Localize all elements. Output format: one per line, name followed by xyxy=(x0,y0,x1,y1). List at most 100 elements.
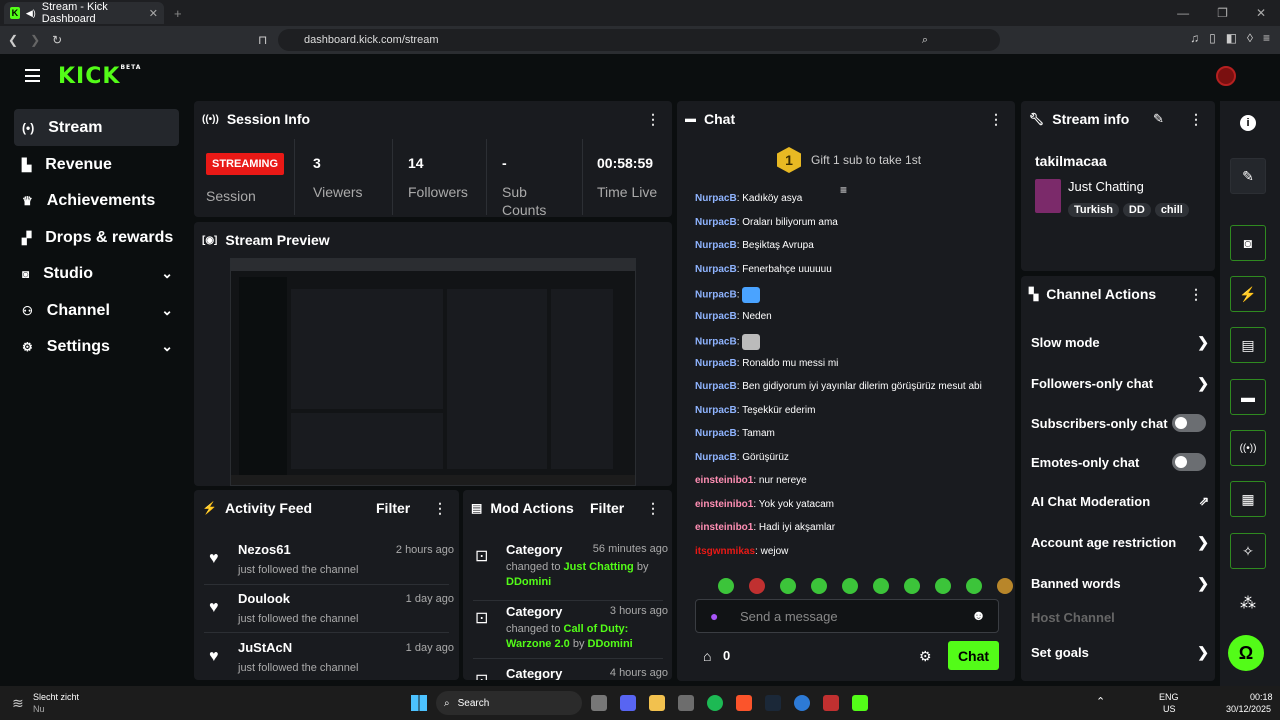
hamburger-menu-icon[interactable] xyxy=(25,69,40,82)
sidebar-item-channel[interactable]: ⚇ Channel ⌄ xyxy=(14,292,179,329)
chat-username[interactable]: einsteinibo1 xyxy=(695,475,753,486)
sidebar-item-drops[interactable]: ▞ Drops & rewards xyxy=(14,219,179,256)
chat-username[interactable]: NurpacB xyxy=(695,358,737,369)
minimize-icon[interactable]: — xyxy=(1177,6,1189,20)
more-options-icon[interactable]: ⋮ xyxy=(1189,286,1203,303)
sidebar-icon[interactable]: ▯ xyxy=(1209,31,1216,45)
kick-taskbar-icon[interactable] xyxy=(852,695,868,711)
close-tab-icon[interactable]: ✕ xyxy=(149,7,158,20)
activity-filter-button[interactable]: Filter xyxy=(376,500,410,516)
chat-username[interactable]: einsteinibo1 xyxy=(695,499,753,510)
chat-username[interactable]: NurpacB xyxy=(695,337,737,348)
vpn-icon[interactable]: ◊ xyxy=(1247,31,1253,45)
more-options-icon[interactable]: ⋮ xyxy=(646,111,660,128)
tag[interactable]: DD xyxy=(1122,203,1151,217)
back-icon[interactable]: ❮ xyxy=(8,33,18,47)
language-indicator[interactable]: ENG xyxy=(1159,692,1179,702)
chat-username[interactable]: NurpacB xyxy=(695,452,737,463)
bookmark-icon[interactable]: ⊓ xyxy=(258,33,267,47)
window-close-icon[interactable]: ✕ xyxy=(1256,6,1266,20)
zoom-icon[interactable]: ⌕ xyxy=(922,34,928,47)
reload-icon[interactable]: ↻ xyxy=(52,33,62,47)
chat-username[interactable]: NurpacB xyxy=(695,311,737,322)
chat-username[interactable]: NurpacB xyxy=(695,264,737,275)
sidebar-item-settings[interactable]: ⚙ Settings ⌄ xyxy=(14,328,179,365)
emotes-only-toggle[interactable] xyxy=(1172,453,1206,471)
app-icon[interactable] xyxy=(794,695,810,711)
emote-button[interactable] xyxy=(718,578,734,594)
weather-icon[interactable]: ≋ xyxy=(12,695,24,712)
banned-words-item[interactable]: Banned words ❯ xyxy=(1031,571,1209,595)
emote-button[interactable] xyxy=(935,578,951,594)
discord-icon[interactable] xyxy=(620,695,636,711)
clock-time[interactable]: 00:18 xyxy=(1250,692,1273,702)
chat-username[interactable]: itsgwnmikas xyxy=(695,546,755,557)
chat-settings-icon[interactable]: ⚙ xyxy=(919,648,932,665)
microphone-icon[interactable]: ● xyxy=(710,608,718,624)
spotify-icon[interactable] xyxy=(707,695,723,711)
chat-input[interactable]: ● Send a message ☻ xyxy=(695,599,999,633)
browser-tab[interactable]: K ◀) Stream - Kick Dashboard ✕ xyxy=(4,1,164,25)
mod-filter-button[interactable]: Filter xyxy=(590,500,624,516)
sidebar-item-studio[interactable]: ◙ Studio ⌄ xyxy=(14,255,179,292)
music-icon[interactable]: ♫ xyxy=(1190,31,1199,45)
edit-stream-button[interactable]: ✎ xyxy=(1230,158,1266,194)
chat-username[interactable]: NurpacB xyxy=(695,381,737,392)
chat-username[interactable]: einsteinibo1 xyxy=(695,522,753,533)
slow-mode-item[interactable]: Slow mode ❯ xyxy=(1031,330,1209,354)
camera-button[interactable]: ◙ xyxy=(1230,225,1266,261)
emote-button[interactable] xyxy=(780,578,796,594)
broadcast-button[interactable]: ((•)) xyxy=(1230,430,1266,466)
forward-icon[interactable]: ❯ xyxy=(30,33,40,47)
stream-preview-video[interactable] xyxy=(230,258,636,486)
chat-username[interactable]: NurpacB xyxy=(695,290,737,301)
more-options-icon[interactable]: ⋮ xyxy=(1189,111,1203,128)
apps-icon[interactable]: ⁂ xyxy=(1240,593,1256,613)
kick-logo[interactable]: KICKBETA xyxy=(58,64,141,89)
layout-button[interactable]: ▦ xyxy=(1230,481,1266,517)
url-field[interactable]: dashboard.kick.com/stream ⌕ xyxy=(278,29,1000,51)
brave-icon[interactable] xyxy=(736,695,752,711)
tray-chevron-icon[interactable]: ⌃ xyxy=(1096,695,1105,708)
store-icon[interactable]: ⌂ xyxy=(703,648,711,664)
new-tab-icon[interactable]: + xyxy=(174,6,182,21)
chat-username[interactable]: NurpacB xyxy=(695,240,737,251)
emote-button[interactable] xyxy=(842,578,858,594)
followers-only-item[interactable]: Followers-only chat ❯ xyxy=(1031,371,1209,395)
chat-username[interactable]: NurpacB xyxy=(695,405,737,416)
gift-sub-banner[interactable]: 1 Gift 1 sub to take 1st xyxy=(777,147,921,173)
emote-button[interactable] xyxy=(997,578,1013,594)
sidebar-item-stream[interactable]: (•) Stream xyxy=(14,109,179,146)
set-goals-item[interactable]: Set goals ❯ xyxy=(1031,640,1209,664)
chat-button[interactable]: ▬ xyxy=(1230,379,1266,415)
tag[interactable]: Turkish xyxy=(1068,203,1119,217)
emote-button[interactable] xyxy=(749,578,765,594)
wallet-icon[interactable]: ◧ xyxy=(1226,31,1237,45)
explorer-icon[interactable] xyxy=(649,695,665,711)
ai-moderation-item[interactable]: AI Chat Moderation ⇗ xyxy=(1031,489,1209,513)
support-button[interactable]: Ω xyxy=(1228,635,1264,671)
account-age-item[interactable]: Account age restriction ❯ xyxy=(1031,530,1209,554)
chat-username[interactable]: NurpacB xyxy=(695,428,737,439)
chat-username[interactable]: NurpacB xyxy=(695,193,737,204)
emote-button[interactable] xyxy=(904,578,920,594)
emote-button[interactable] xyxy=(966,578,982,594)
edit-icon[interactable]: ✎ xyxy=(1153,111,1164,127)
menu-icon[interactable]: ≡ xyxy=(1263,31,1270,45)
maximize-icon[interactable]: ❐ xyxy=(1217,6,1228,20)
chat-username[interactable]: NurpacB xyxy=(695,217,737,228)
wrench-button[interactable]: ✧ xyxy=(1230,533,1266,569)
user-avatar[interactable] xyxy=(1216,66,1236,86)
emoji-icon[interactable]: ☻ xyxy=(971,607,986,623)
windows-start-icon[interactable] xyxy=(411,695,427,711)
calculator-icon[interactable] xyxy=(678,695,694,711)
more-options-icon[interactable]: ⋮ xyxy=(433,500,447,517)
sidebar-item-revenue[interactable]: ▙ Revenue xyxy=(14,146,179,183)
steam-icon[interactable] xyxy=(765,695,781,711)
send-chat-button[interactable]: Chat xyxy=(948,641,999,670)
more-options-icon[interactable]: ⋮ xyxy=(989,111,1003,128)
taskbar-search[interactable]: ⌕ Search xyxy=(436,691,582,715)
bolt-button[interactable]: ⚡ xyxy=(1230,276,1266,312)
more-options-icon[interactable]: ⋮ xyxy=(646,500,660,517)
game-icon[interactable] xyxy=(823,695,839,711)
